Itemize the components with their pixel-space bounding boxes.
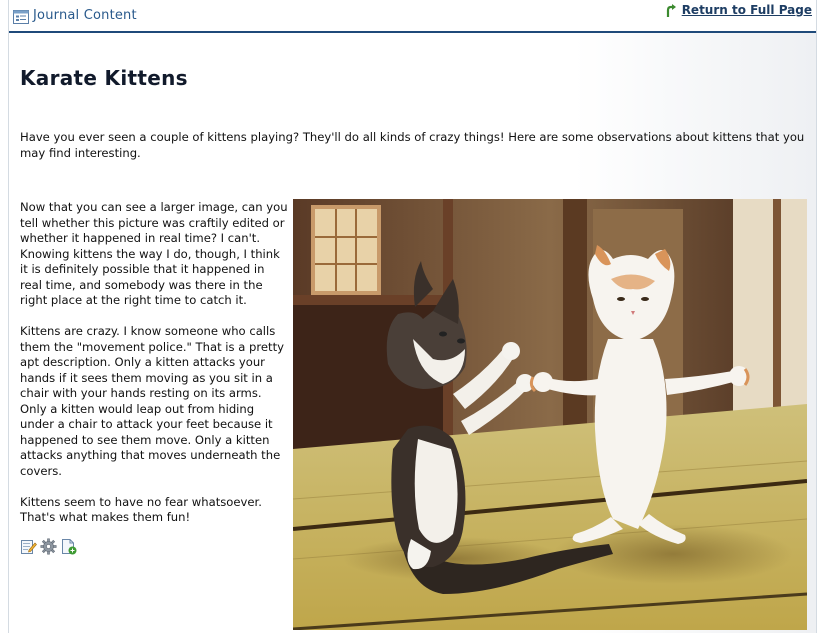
portlet-title-bar: Journal Content Return to Full Page [9, 0, 816, 33]
article-paragraph: Now that you can see a larger image, can… [20, 200, 288, 307]
return-arrow-icon [664, 3, 678, 17]
article-paragraph: Kittens are crazy. I know someone who ca… [20, 324, 285, 478]
article-body: Now that you can see a larger image, can… [20, 200, 288, 541]
return-to-full-page-link[interactable]: Return to Full Page [664, 3, 812, 17]
portlet-title-label: Journal Content [33, 8, 137, 23]
article-actions [20, 538, 77, 555]
article-title: Karate Kittens [20, 66, 188, 90]
journal-content-icon [13, 9, 29, 24]
add-page-icon[interactable] [60, 538, 77, 555]
gear-icon[interactable] [40, 538, 57, 555]
journal-content-portlet: Journal Content Return to Full Page Kara… [8, 0, 817, 633]
return-to-full-page-label[interactable]: Return to Full Page [682, 3, 812, 17]
portlet-title: Journal Content [13, 8, 137, 24]
karate-kittens-photo [293, 199, 807, 630]
article-paragraph: Kittens seem to have no fear whatsoever.… [20, 494, 262, 525]
article-intro: Have you ever seen a couple of kittens p… [20, 130, 805, 160]
edit-icon[interactable] [20, 538, 37, 555]
